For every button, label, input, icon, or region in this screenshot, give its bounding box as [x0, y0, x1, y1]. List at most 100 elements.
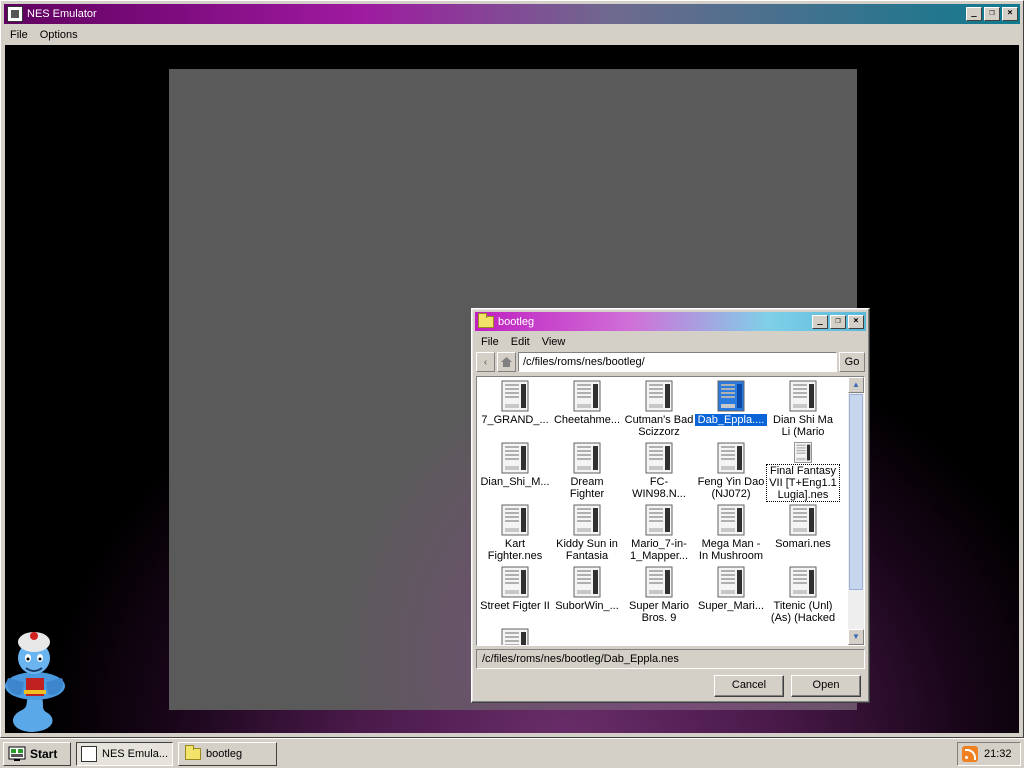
file-item[interactable]: Mega Man - In Mushroom	[695, 501, 767, 563]
file-item[interactable]: Super Mario Bros. 9	[623, 563, 695, 625]
file-label: Mario_7-in-1_Mapper...	[629, 538, 689, 562]
menu-options[interactable]: Options	[34, 29, 84, 41]
scroll-down-icon[interactable]: ▼	[848, 629, 864, 645]
file-item[interactable]: 7_GRAND_...	[479, 377, 551, 439]
file-label: Kiddy Sun in Fantasia	[556, 538, 618, 562]
dialog-menu-view[interactable]: View	[536, 336, 572, 348]
start-label: Start	[30, 747, 58, 761]
file-label: Super_Mari...	[697, 600, 765, 612]
home-button[interactable]	[497, 352, 516, 372]
nes-cartridge-icon	[573, 442, 601, 474]
file-label: Dab_Eppla....	[695, 414, 767, 426]
file-label: SuborWin_...	[555, 600, 619, 612]
nes-cartridge-icon	[645, 504, 673, 536]
open-button[interactable]: Open	[791, 675, 861, 697]
file-item[interactable]: Kiddy Sun in Fantasia	[551, 501, 623, 563]
bootleg-file-dialog: bootleg _ ❐ × File Edit View ‹ Go 7_GRAN…	[471, 308, 870, 703]
path-input[interactable]	[518, 352, 837, 372]
dialog-minimize-button[interactable]: _	[812, 314, 828, 329]
app-window-icon	[7, 6, 23, 22]
file-item[interactable]: Dian_Shi_M...	[479, 439, 551, 501]
task-bootleg[interactable]: bootleg	[178, 742, 277, 766]
main-titlebar[interactable]: NES Emulator _ ❐ ×	[4, 4, 1020, 24]
file-label: Mega Man - In Mushroom	[698, 538, 764, 562]
back-arrow-icon: ‹	[483, 356, 488, 368]
nes-cartridge-icon	[501, 628, 529, 645]
app-window-icon	[81, 746, 97, 762]
dialog-maximize-button[interactable]: ❐	[830, 314, 846, 329]
file-item[interactable]: Mario_7-in-1_Mapper...	[623, 501, 695, 563]
rss-icon[interactable]	[962, 746, 978, 762]
scroll-up-icon[interactable]: ▲	[848, 377, 864, 393]
file-item[interactable]: Cheetahme...	[551, 377, 623, 439]
dialog-menu-file[interactable]: File	[475, 336, 505, 348]
main-window-title: NES Emulator	[27, 8, 97, 20]
file-item[interactable]: Final Fantasy VII [T+Eng1.1 Lugia].nes	[766, 439, 840, 502]
nes-cartridge-icon	[794, 442, 812, 463]
file-item[interactable]: Titenic (Unl) (As) (Hacked	[767, 563, 839, 625]
file-item[interactable]: Dab_Eppla....	[695, 377, 767, 439]
file-item[interactable]	[479, 625, 551, 645]
file-item[interactable]: FC-WIN98.N...	[623, 439, 695, 501]
nes-cartridge-icon	[573, 380, 601, 412]
start-logo-icon	[8, 746, 26, 761]
menu-file[interactable]: File	[4, 29, 34, 41]
nes-cartridge-icon	[501, 442, 529, 474]
file-label: Super Mario Bros. 9	[629, 600, 689, 624]
task-nes-emulator[interactable]: NES Emula...	[76, 742, 173, 766]
system-tray: 21:32	[957, 742, 1021, 766]
back-button[interactable]: ‹	[476, 352, 495, 372]
nes-cartridge-icon	[645, 442, 673, 474]
dialog-titlebar[interactable]: bootleg _ ❐ ×	[475, 312, 866, 331]
selected-file-path[interactable]: /c/files/roms/nes/bootleg/Dab_Eppla.nes	[476, 649, 865, 669]
file-item[interactable]: Feng Yin Dao (NJ072)	[695, 439, 767, 501]
genie-mascot-icon	[5, 632, 65, 732]
nes-cartridge-icon	[717, 442, 745, 474]
file-label: Dian_Shi_M...	[480, 476, 550, 488]
nes-cartridge-icon	[501, 380, 529, 412]
file-label: FC-WIN98.N...	[632, 476, 686, 500]
task-label: NES Emula...	[102, 748, 169, 760]
folder-icon	[478, 312, 494, 328]
vertical-scrollbar[interactable]: ▲ ▼	[848, 377, 864, 645]
nes-cartridge-icon	[501, 566, 529, 598]
cancel-button[interactable]: Cancel	[714, 675, 784, 697]
file-label: Cutman's Bad Scizzorz	[624, 414, 694, 438]
minimize-button[interactable]: _	[966, 7, 982, 21]
file-label: Street Figter II	[480, 600, 550, 612]
close-button[interactable]: ×	[1002, 7, 1018, 21]
nes-cartridge-icon	[717, 504, 745, 536]
nes-cartridge-icon	[717, 566, 745, 598]
file-list-pane: 7_GRAND_... Cheetahme... Cutman's Bad Sciz…	[476, 376, 865, 646]
file-item[interactable]: SuborWin_...	[551, 563, 623, 625]
go-button[interactable]: Go	[839, 352, 865, 372]
maximize-button[interactable]: ❐	[984, 7, 1000, 21]
file-item[interactable]: Dream Fighter	[551, 439, 623, 501]
file-item[interactable]: Cutman's Bad Scizzorz	[623, 377, 695, 439]
file-label: Feng Yin Dao (NJ072)	[697, 476, 765, 500]
nes-cartridge-icon	[789, 380, 817, 412]
clock[interactable]: 21:32	[984, 748, 1012, 760]
dialog-menu-edit[interactable]: Edit	[505, 336, 536, 348]
file-label: Cheetahme...	[553, 414, 621, 426]
file-item[interactable]: Somari.nes	[767, 501, 839, 563]
file-item[interactable]: Street Figter II	[479, 563, 551, 625]
main-menubar: File Options	[4, 25, 1020, 44]
scroll-thumb[interactable]	[849, 394, 863, 590]
dialog-menubar: File Edit View	[475, 333, 866, 351]
dialog-toolbar: ‹ Go	[476, 351, 865, 373]
nes-cartridge-icon	[573, 504, 601, 536]
task-label: bootleg	[206, 748, 243, 760]
file-label: Dream Fighter	[569, 476, 605, 500]
nes-cartridge-icon	[789, 566, 817, 598]
file-item[interactable]: Dian Shi Ma Li (Mario	[767, 377, 839, 439]
home-icon	[501, 357, 512, 367]
file-label: Somari.nes	[775, 538, 831, 550]
file-label: 7_GRAND_...	[481, 414, 549, 426]
file-item[interactable]: Super_Mari...	[695, 563, 767, 625]
file-item[interactable]: Kart Fighter.nes	[479, 501, 551, 563]
start-button[interactable]: Start	[3, 742, 71, 766]
nes-cartridge-icon	[717, 380, 745, 412]
dialog-close-button[interactable]: ×	[848, 314, 864, 329]
taskbar: Start NES Emula... bootleg 21:32	[0, 738, 1024, 768]
